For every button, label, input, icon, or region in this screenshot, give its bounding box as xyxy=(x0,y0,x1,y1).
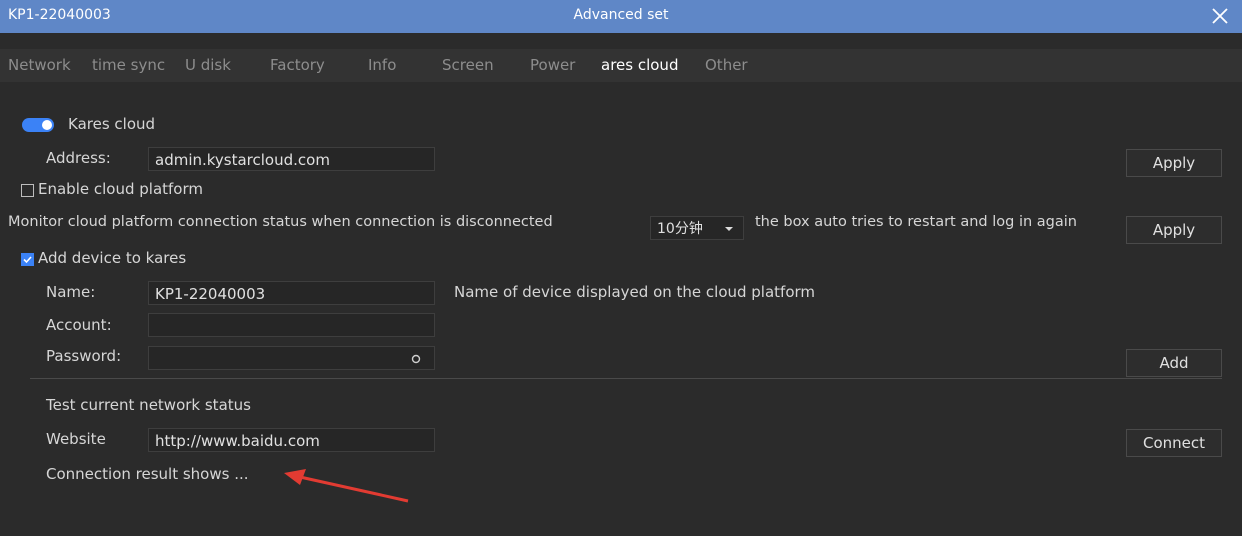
name-label: Name: xyxy=(46,283,96,301)
close-icon[interactable] xyxy=(1208,2,1232,30)
apply-address-button[interactable]: Apply xyxy=(1126,149,1222,177)
tab-bar: Network time sync U disk Factory Info Sc… xyxy=(0,49,1242,82)
website-label: Website xyxy=(46,430,106,448)
ares-cloud-panel: Kares cloud Address: admin.kystarcloud.c… xyxy=(0,82,1242,536)
apply-monitor-button[interactable]: Apply xyxy=(1126,216,1222,244)
check-icon xyxy=(23,256,32,264)
address-label: Address: xyxy=(46,149,111,167)
tab-ares-cloud[interactable]: ares cloud xyxy=(601,56,678,74)
tab-time-sync[interactable]: time sync xyxy=(92,56,165,74)
title-bar: KP1-22040003 Advanced set xyxy=(0,0,1242,33)
address-input[interactable]: admin.kystarcloud.com xyxy=(148,147,435,171)
monitor-text-before: Monitor cloud platform connection status… xyxy=(8,214,553,230)
network-test-heading: Test current network status xyxy=(46,396,251,414)
tab-info[interactable]: Info xyxy=(368,56,396,74)
password-label: Password: xyxy=(46,347,122,365)
name-hint: Name of device displayed on the cloud pl… xyxy=(454,283,816,301)
connection-result-text: Connection result shows ... xyxy=(46,465,249,483)
account-input[interactable] xyxy=(148,313,435,337)
retry-interval-value: 10分钟 xyxy=(657,221,703,237)
enable-cloud-platform-checkbox[interactable] xyxy=(21,184,34,197)
show-password-icon[interactable] xyxy=(410,347,422,378)
website-input[interactable]: http://www.baidu.com xyxy=(148,428,435,452)
password-input[interactable] xyxy=(148,346,435,370)
annotation-arrow-icon xyxy=(284,469,409,503)
chevron-down-icon xyxy=(725,217,733,249)
window-title: Advanced set xyxy=(573,7,669,23)
tab-network[interactable]: Network xyxy=(8,56,71,74)
name-input[interactable]: KP1-22040003 xyxy=(148,281,435,305)
kares-cloud-label: Kares cloud xyxy=(68,115,156,133)
tab-screen[interactable]: Screen xyxy=(442,56,494,74)
advanced-set-window: KP1-22040003 Advanced set Network time s… xyxy=(0,0,1242,536)
add-device-label: Add device to kares xyxy=(38,249,187,267)
add-device-button[interactable]: Add xyxy=(1126,349,1222,377)
connect-button[interactable]: Connect xyxy=(1126,429,1222,457)
monitor-text-after: the box auto tries to restart and log in… xyxy=(755,214,1077,230)
retry-interval-select[interactable]: 10分钟 xyxy=(650,216,744,240)
section-divider xyxy=(30,378,1222,379)
tab-other[interactable]: Other xyxy=(705,56,748,74)
account-label: Account: xyxy=(46,316,112,334)
add-device-checkbox[interactable] xyxy=(21,253,34,266)
tab-u-disk[interactable]: U disk xyxy=(185,56,231,74)
tab-power[interactable]: Power xyxy=(530,56,575,74)
enable-cloud-platform-label: Enable cloud platform xyxy=(38,180,203,198)
kares-cloud-toggle[interactable] xyxy=(22,118,54,132)
tab-factory[interactable]: Factory xyxy=(270,56,325,74)
